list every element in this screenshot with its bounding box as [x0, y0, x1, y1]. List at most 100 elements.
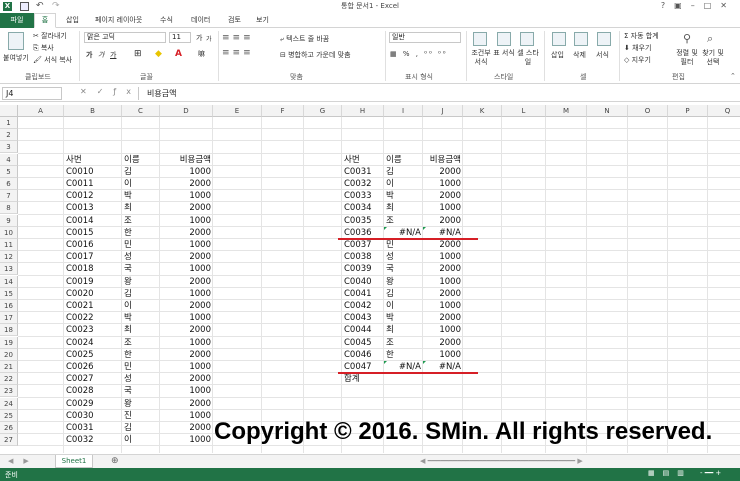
row-header-13[interactable]: 13	[0, 263, 18, 276]
column-header-m[interactable]: M	[546, 105, 587, 117]
bold-button[interactable]: 가	[86, 50, 92, 60]
row-header-16[interactable]: 16	[0, 300, 18, 312]
column-header-j[interactable]: J	[423, 105, 463, 117]
left-table-cell[interactable]: C0026	[66, 361, 120, 373]
row-header-27[interactable]: 27	[0, 434, 18, 447]
phonetic-icon[interactable]: 嘛	[198, 49, 205, 59]
left-table-cell[interactable]: 1000	[162, 263, 211, 275]
find-select-button[interactable]: 찾기 및 선택	[700, 49, 726, 67]
left-table-cell[interactable]: 2000	[162, 349, 211, 361]
left-table-cell[interactable]: 박	[124, 312, 158, 324]
worksheet-grid[interactable]: A B C D E F G H I J K L M N O P Q 1 2 3 4 5 6 7 8 9 10 11 12 13 14 15 16…	[0, 105, 740, 453]
left-table-cell[interactable]: 왕	[124, 398, 158, 410]
format-table-icon[interactable]	[497, 32, 511, 46]
row-header-26[interactable]: 26	[0, 422, 18, 434]
right-table-cell[interactable]: C0036	[344, 227, 382, 239]
row-header-23[interactable]: 23	[0, 385, 18, 398]
right-table-cell[interactable]: C0037	[344, 239, 382, 251]
tab-review[interactable]: 검토	[228, 15, 241, 25]
format-table-button[interactable]: 표 서식	[493, 49, 515, 58]
row-header-7[interactable]: 7	[0, 190, 18, 203]
left-table-cell[interactable]: 박	[124, 190, 158, 202]
right-table-cell[interactable]: C0047	[344, 361, 382, 373]
left-table-cell[interactable]: 2000	[162, 202, 211, 214]
left-table-cell[interactable]: 한	[124, 349, 158, 361]
row-header-15[interactable]: 15	[0, 287, 18, 300]
right-table-cell[interactable]: C0043	[344, 312, 382, 324]
left-table-cell[interactable]: 민	[124, 239, 158, 251]
right-table-cell[interactable]: C0039	[344, 263, 382, 275]
left-table-cell[interactable]: 최	[124, 202, 158, 214]
left-table-header-cell[interactable]: 이름	[124, 154, 158, 166]
left-table-cell[interactable]: 국	[124, 385, 158, 397]
right-table-cell[interactable]: C0031	[344, 166, 382, 178]
right-table-cell[interactable]: #N/A	[425, 361, 461, 373]
column-header-n[interactable]: N	[587, 105, 628, 117]
row-header-11[interactable]: 11	[0, 239, 18, 251]
right-table-cell[interactable]: 2000	[425, 190, 461, 202]
right-table-cell[interactable]: 2000	[425, 263, 461, 275]
right-table-cell[interactable]: 2000	[425, 288, 461, 300]
left-table-cell[interactable]: C0014	[66, 215, 120, 227]
right-table-cell[interactable]: 2000	[425, 337, 461, 349]
left-table-cell[interactable]: 1000	[162, 166, 211, 178]
wrap-text-button[interactable]: ⤶ 텍스트 줄 바꿈	[280, 34, 329, 44]
left-table-cell[interactable]: C0029	[66, 398, 120, 410]
sheet-nav-arrows[interactable]: ◀▶	[8, 457, 39, 465]
row-header-18[interactable]: 18	[0, 324, 18, 337]
column-header-c[interactable]: C	[122, 105, 160, 117]
clear-button[interactable]: ◇ 지우기	[624, 55, 651, 65]
left-table-cell[interactable]: 2000	[162, 324, 211, 336]
left-table-cell[interactable]: C0031	[66, 422, 120, 434]
left-table-cell[interactable]: C0013	[66, 202, 120, 214]
total-label[interactable]: 합계	[344, 373, 382, 385]
left-table-cell[interactable]: 민	[124, 361, 158, 373]
insert-cells-button[interactable]: 삽입	[551, 50, 564, 60]
tab-home[interactable]: 홈	[34, 13, 56, 28]
left-table-cell[interactable]: 2000	[162, 373, 211, 385]
tab-insert[interactable]: 삽입	[66, 15, 79, 25]
right-table-cell[interactable]: 1000	[425, 276, 461, 288]
underline-button[interactable]: 가	[110, 50, 116, 60]
column-header-i[interactable]: I	[384, 105, 423, 117]
right-table-cell[interactable]: 1000	[425, 324, 461, 336]
column-header-g[interactable]: G	[304, 105, 342, 117]
right-table-cell[interactable]: 1000	[425, 300, 461, 312]
align-left-icons[interactable]: ≡≡≡	[222, 48, 254, 58]
copy-button[interactable]: ⎘ 복사	[33, 43, 54, 53]
left-table-cell[interactable]: C0017	[66, 251, 120, 263]
left-table-cell[interactable]: C0018	[66, 263, 120, 275]
column-header-p[interactable]: P	[668, 105, 708, 117]
left-table-cell[interactable]: 한	[124, 227, 158, 239]
left-table-cell[interactable]: 2000	[162, 251, 211, 263]
left-table-cell[interactable]: 성	[124, 373, 158, 385]
right-table-header-cell[interactable]: 비용금액	[425, 154, 461, 166]
left-table-cell[interactable]: C0028	[66, 385, 120, 397]
sort-filter-button[interactable]: 정렬 및 필터	[675, 49, 699, 67]
right-table-cell[interactable]: 이	[386, 178, 421, 190]
right-table-cell[interactable]: 최	[386, 324, 421, 336]
right-table-cell[interactable]: 왕	[386, 276, 421, 288]
error-indicator-icon[interactable]	[384, 226, 387, 230]
row-header-5[interactable]: 5	[0, 165, 18, 178]
row-header-8[interactable]: 8	[0, 202, 18, 215]
left-table-cell[interactable]: C0016	[66, 239, 120, 251]
fill-button[interactable]: ⬇ 채우기	[624, 43, 651, 53]
left-table-cell[interactable]: C0022	[66, 312, 120, 324]
right-table-cell[interactable]: 최	[386, 202, 421, 214]
error-indicator-icon[interactable]	[423, 361, 426, 364]
left-table-cell[interactable]: 1000	[162, 361, 211, 373]
left-table-cell[interactable]: C0023	[66, 324, 120, 336]
left-table-cell[interactable]: 이	[124, 178, 158, 190]
left-table-cell[interactable]: C0030	[66, 410, 120, 422]
left-table-cell[interactable]: 1000	[162, 385, 211, 397]
left-table-cell[interactable]: 2000	[162, 178, 211, 190]
fill-color-icon[interactable]: ◆	[155, 49, 162, 59]
find-select-icon[interactable]: ⌕	[707, 32, 713, 46]
left-table-cell[interactable]: 국	[124, 263, 158, 275]
right-table-cell[interactable]: 박	[386, 312, 421, 324]
tab-page-layout[interactable]: 페이지 레이아웃	[95, 15, 142, 25]
right-table-cell[interactable]: #N/A	[425, 227, 461, 239]
paste-icon[interactable]	[8, 32, 24, 50]
left-table-cell[interactable]: C0025	[66, 349, 120, 361]
